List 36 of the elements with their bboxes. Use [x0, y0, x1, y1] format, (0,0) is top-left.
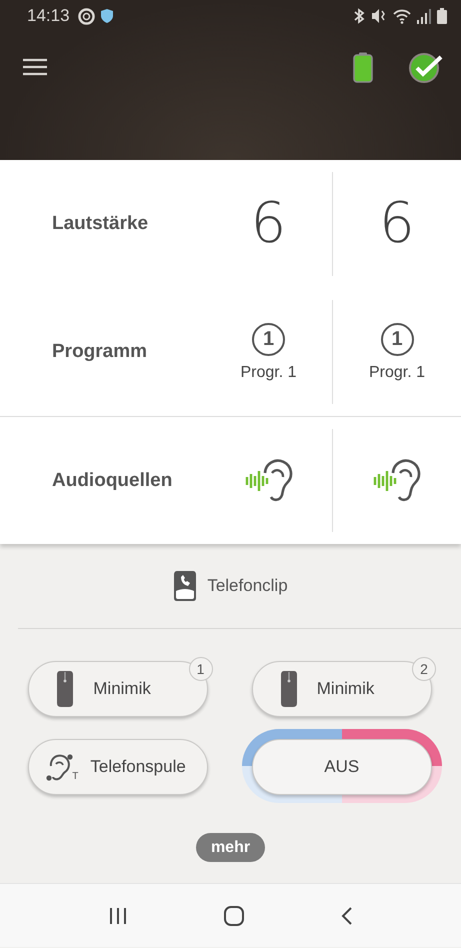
number-badge: 1: [188, 657, 212, 681]
mute-icon: [371, 8, 387, 24]
wifi-icon: [393, 8, 411, 24]
home-icon: [222, 906, 244, 926]
telecoil-letter: T: [72, 771, 78, 782]
ear-sound-icon: [373, 458, 421, 502]
more-button[interactable]: mehr: [196, 833, 266, 862]
source-button[interactable]: AUS: [252, 739, 432, 795]
microphone-icon: [57, 671, 74, 707]
shield-icon: [100, 9, 113, 23]
active-source: Telefonclip: [207, 576, 288, 596]
clock: 14:13: [27, 6, 70, 26]
menu-icon: [22, 57, 48, 77]
phone-clip-icon: [173, 570, 198, 602]
program-name: Progr. 1: [240, 364, 297, 382]
program-number: 1: [380, 322, 414, 356]
microphone-icon: [280, 671, 297, 707]
program-number: 1: [252, 322, 285, 356]
volume-value: 6: [250, 196, 286, 252]
ear-sound-icon: [244, 458, 292, 502]
volume-value: 6: [379, 196, 415, 252]
battery-icon: [353, 52, 373, 82]
row-label: Lautstärke: [52, 213, 148, 235]
program-name: Progr. 1: [368, 364, 426, 382]
target-icon: [78, 8, 95, 24]
recent-apps-icon: [108, 906, 128, 924]
source-button[interactable]: T Telefonspule: [28, 739, 208, 795]
row-label: Programm: [52, 341, 148, 363]
signal-icon: [417, 8, 431, 24]
battery-icon: [437, 8, 447, 24]
bluetooth-icon: [353, 8, 365, 24]
checkmark-icon[interactable]: [409, 51, 443, 83]
number-badge: 2: [412, 657, 436, 681]
back-icon: [340, 906, 354, 926]
menu-button[interactable]: [22, 57, 48, 77]
row-label: Audioquellen: [52, 470, 172, 492]
